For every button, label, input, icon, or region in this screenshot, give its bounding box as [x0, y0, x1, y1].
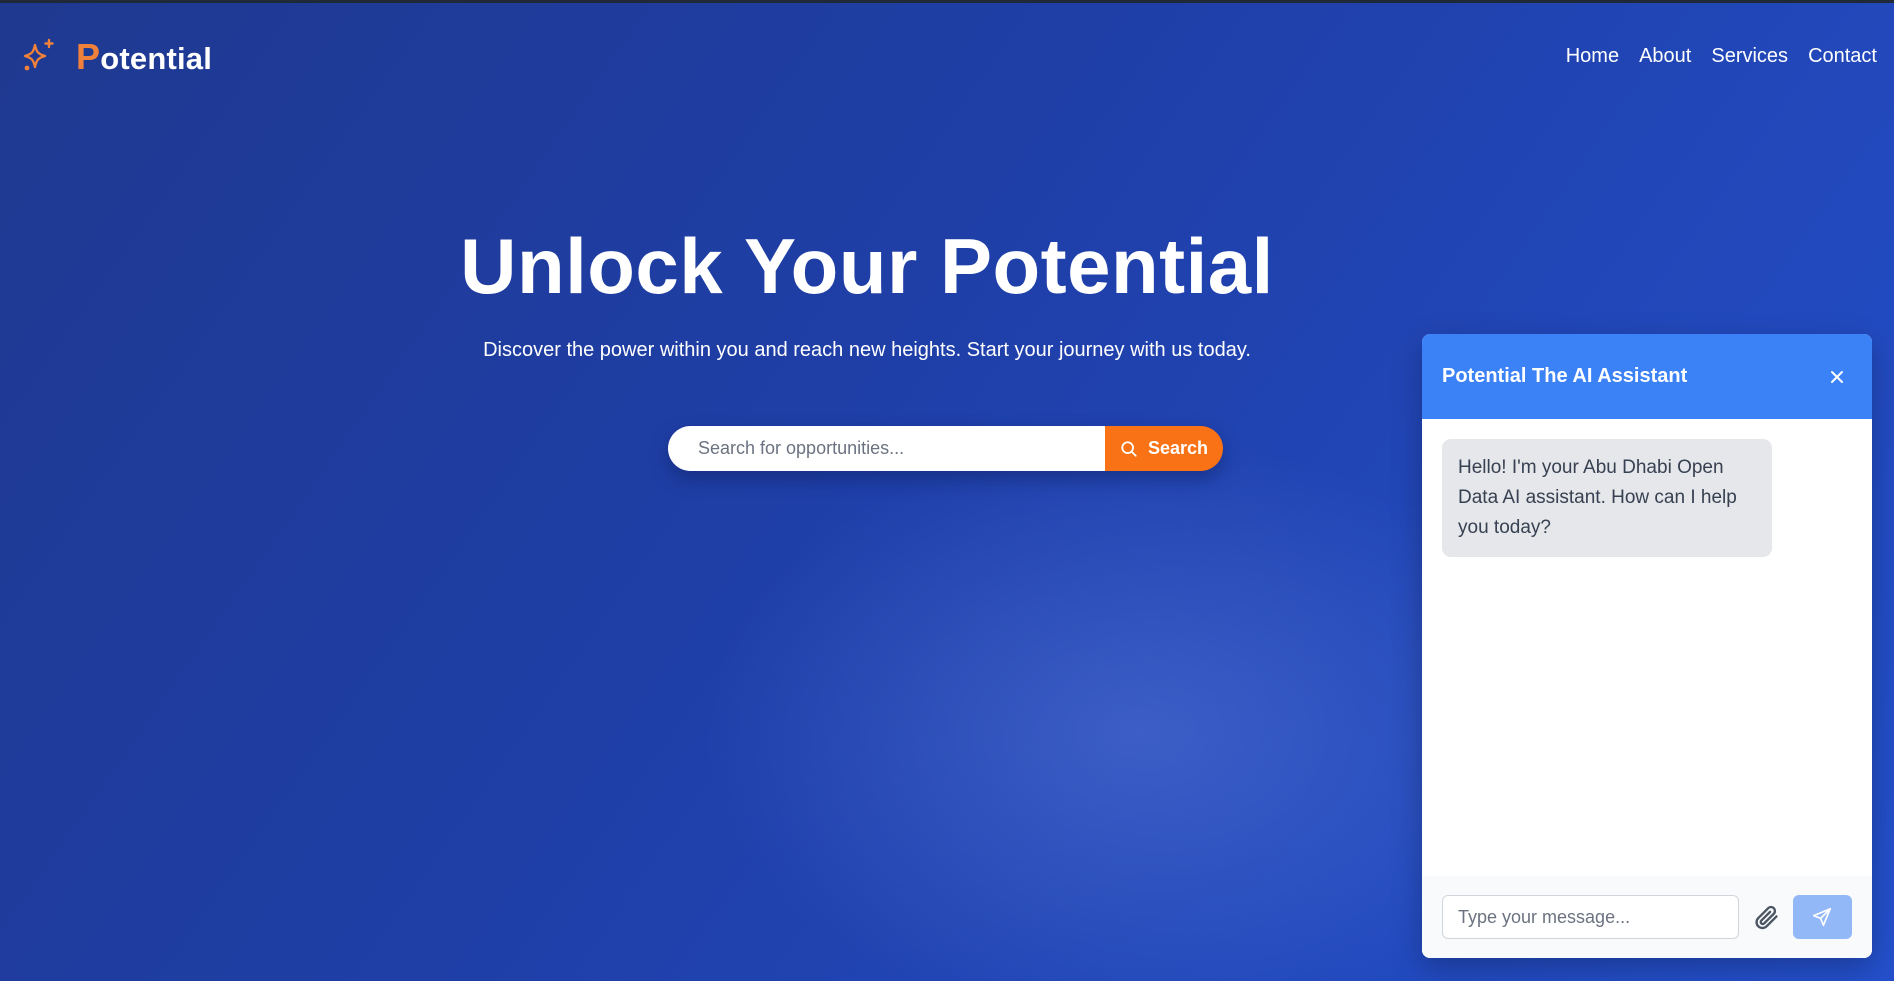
- sparkles-icon: [23, 38, 54, 71]
- send-icon: [1813, 907, 1832, 927]
- logo-initial: P: [76, 36, 101, 77]
- search-icon: [1121, 440, 1137, 457]
- nav-about-link[interactable]: About: [1639, 45, 1691, 68]
- search-button[interactable]: Search: [1105, 426, 1223, 471]
- main-nav: Home About Services Contact: [1566, 45, 1877, 68]
- nav-contact-link[interactable]: Contact: [1808, 45, 1877, 68]
- search-input[interactable]: [668, 426, 1105, 471]
- chat-close-button[interactable]: [1822, 362, 1852, 392]
- logo-text: Potential: [76, 36, 212, 78]
- close-icon: [1831, 370, 1843, 383]
- chat-message-input[interactable]: [1442, 895, 1739, 939]
- logo-rest: otential: [100, 41, 213, 76]
- site-logo[interactable]: Potential: [18, 35, 212, 79]
- chat-title: Potential The AI Assistant: [1442, 365, 1688, 387]
- attach-file-button[interactable]: [1749, 895, 1783, 939]
- chat-footer: [1422, 876, 1872, 958]
- chat-panel: Potential The AI Assistant Hello! I'm yo…: [1422, 334, 1872, 958]
- hero-title: Unlock Your Potential: [460, 222, 1274, 310]
- chat-messages: Hello! I'm your Abu Dhabi Open Data AI a…: [1422, 419, 1872, 876]
- page-background: Potential Home About Services Contact Un…: [0, 0, 1894, 981]
- search-bar: Search: [668, 426, 1223, 471]
- paperclip-icon: [1755, 905, 1778, 930]
- nav-services-link[interactable]: Services: [1711, 45, 1788, 68]
- search-button-label: Search: [1147, 438, 1209, 458]
- send-message-button[interactable]: [1792, 895, 1852, 939]
- assistant-message: Hello! I'm your Abu Dhabi Open Data AI a…: [1442, 439, 1772, 557]
- nav-home-link[interactable]: Home: [1566, 45, 1619, 68]
- chat-header: Potential The AI Assistant: [1422, 334, 1872, 419]
